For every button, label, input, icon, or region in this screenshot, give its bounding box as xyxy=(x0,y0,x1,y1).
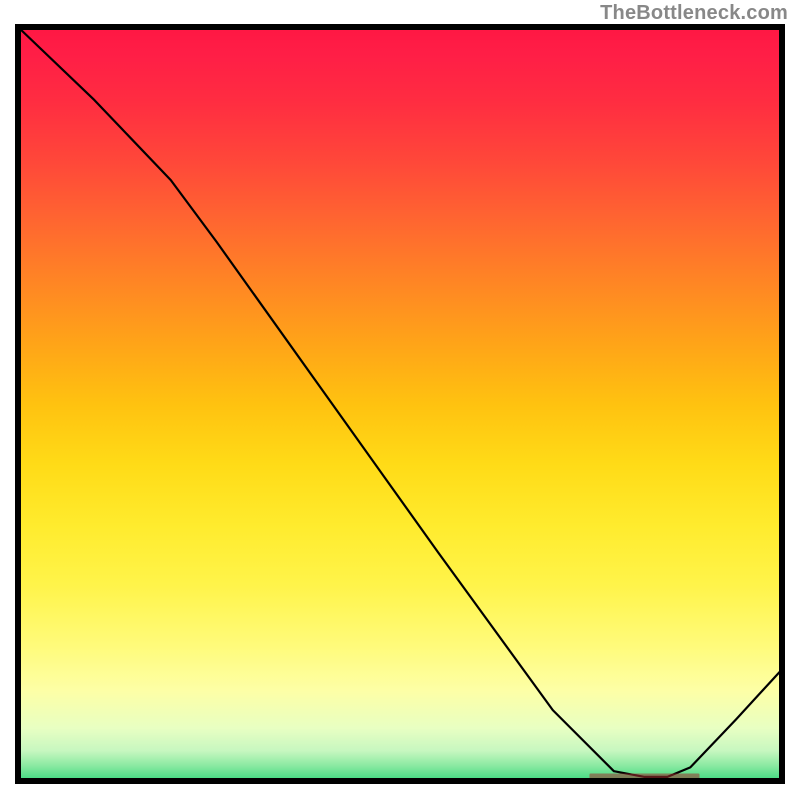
chart-container: TheBottleneck.com xyxy=(0,0,800,800)
watermark-text: TheBottleneck.com xyxy=(600,2,788,25)
chart-svg xyxy=(0,0,800,800)
